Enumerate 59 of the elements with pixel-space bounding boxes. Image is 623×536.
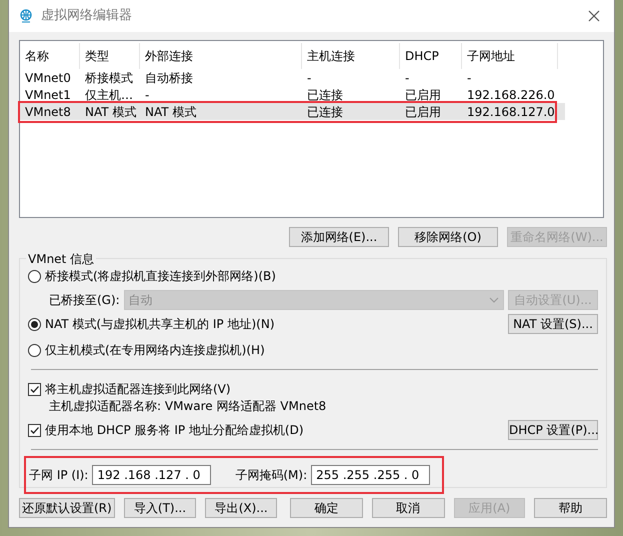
table-cell-text: -: [466, 70, 472, 86]
radio-label[interactable]: NAT 模式(与虚拟机共享主机的 IP 地址)(N): [45, 315, 275, 333]
table-cell-text: 192.168.127.0: [466, 104, 556, 120]
mask-field[interactable]: 255 .255 .255 . 0: [311, 465, 430, 485]
table-cell-text: -: [306, 70, 312, 86]
field-label: 子网掩码(M):: [235, 467, 308, 484]
button[interactable]: 导入(T)...: [124, 498, 196, 518]
button[interactable]: NAT 设置(S)...: [508, 314, 598, 334]
network-row[interactable]: VMnet0 桥接模式 自动桥接 - - -: [20, 69, 603, 86]
checkbox-label[interactable]: 使用本地 DHCP 服务将 IP 地址分配给虚拟机(D): [45, 421, 304, 439]
field-label: 子网 IP (I):: [29, 467, 88, 484]
field-label: 已桥接至(G):: [49, 292, 120, 309]
checkbox-label[interactable]: 将主机虚拟适配器连接到此网络(V): [45, 380, 231, 398]
caret-icon: [488, 297, 499, 303]
globe-icon: [19, 9, 33, 23]
column-header[interactable]: DHCP: [400, 43, 462, 69]
column-header[interactable]: 类型: [80, 43, 140, 69]
table-cell-text: 桥接模式: [84, 70, 134, 86]
radio-label[interactable]: 仅主机模式(在专用网络内连接虚拟机)(H): [45, 341, 265, 359]
button[interactable]: 还原默认设置(R): [19, 498, 115, 518]
table-cell-text: NAT 模式: [144, 104, 198, 120]
table-cell-text: 已连接: [306, 86, 344, 104]
button[interactable]: 取消: [372, 498, 445, 518]
column-header[interactable]: 主机连接: [302, 43, 400, 69]
button[interactable]: DHCP 设置(P)...: [508, 420, 598, 440]
close-icon: [588, 10, 600, 22]
group-title: VMnet 信息: [26, 250, 96, 268]
table-cell-text: 自动桥接: [144, 70, 194, 86]
adapter-name-text: 主机虚拟适配器名称: VMware 网络适配器 VMnet8: [48, 398, 328, 415]
table-cell-text: -: [144, 86, 150, 104]
radio-button[interactable]: [28, 344, 41, 356]
dropdown-value: 自动: [128, 292, 153, 309]
table-cell-text: -: [404, 70, 410, 86]
button[interactable]: 添加网络(E)...: [289, 227, 389, 247]
table-cell-text: VMnet8: [24, 104, 72, 120]
table-cell-text: VMnet1: [24, 86, 72, 104]
column-header[interactable]: 名称: [20, 43, 80, 69]
table-cell-text: 已启用: [404, 86, 442, 104]
ip-field[interactable]: 192 .168 .127 . 0: [92, 465, 212, 485]
column-header[interactable]: 外部连接: [140, 43, 302, 69]
window-title: 虚拟网络编辑器: [41, 7, 133, 26]
table-cell-text: 仅主机…: [84, 86, 134, 104]
table-cell-text: 已连接: [306, 104, 344, 120]
network-row[interactable]: VMnet1 仅主机… - 已连接 已启用 192.168.226.0: [20, 86, 603, 103]
button[interactable]: 帮助: [534, 498, 607, 518]
button[interactable]: 确定: [290, 498, 363, 518]
checkbox[interactable]: [28, 382, 41, 396]
table-cell-text: NAT 模式: [84, 104, 138, 120]
button[interactable]: 移除网络(O): [398, 227, 498, 247]
button[interactable]: 导出(X)...: [205, 498, 278, 518]
table-cell-text: 192.168.226.0: [466, 86, 556, 104]
radio-button[interactable]: [28, 270, 41, 282]
network-row[interactable]: VMnet8 NAT 模式 NAT 模式 已连接 已启用 192.168.127.0: [20, 103, 565, 120]
radio-button[interactable]: [28, 318, 41, 330]
table-cell-text: 已启用: [404, 104, 442, 120]
checkbox[interactable]: [28, 424, 41, 436]
radio-label[interactable]: 桥接模式(将虚拟机直接连接到外部网络)(B): [45, 267, 276, 285]
column-header[interactable]: 子网地址: [462, 43, 558, 69]
table-cell-text: VMnet0: [24, 70, 72, 86]
